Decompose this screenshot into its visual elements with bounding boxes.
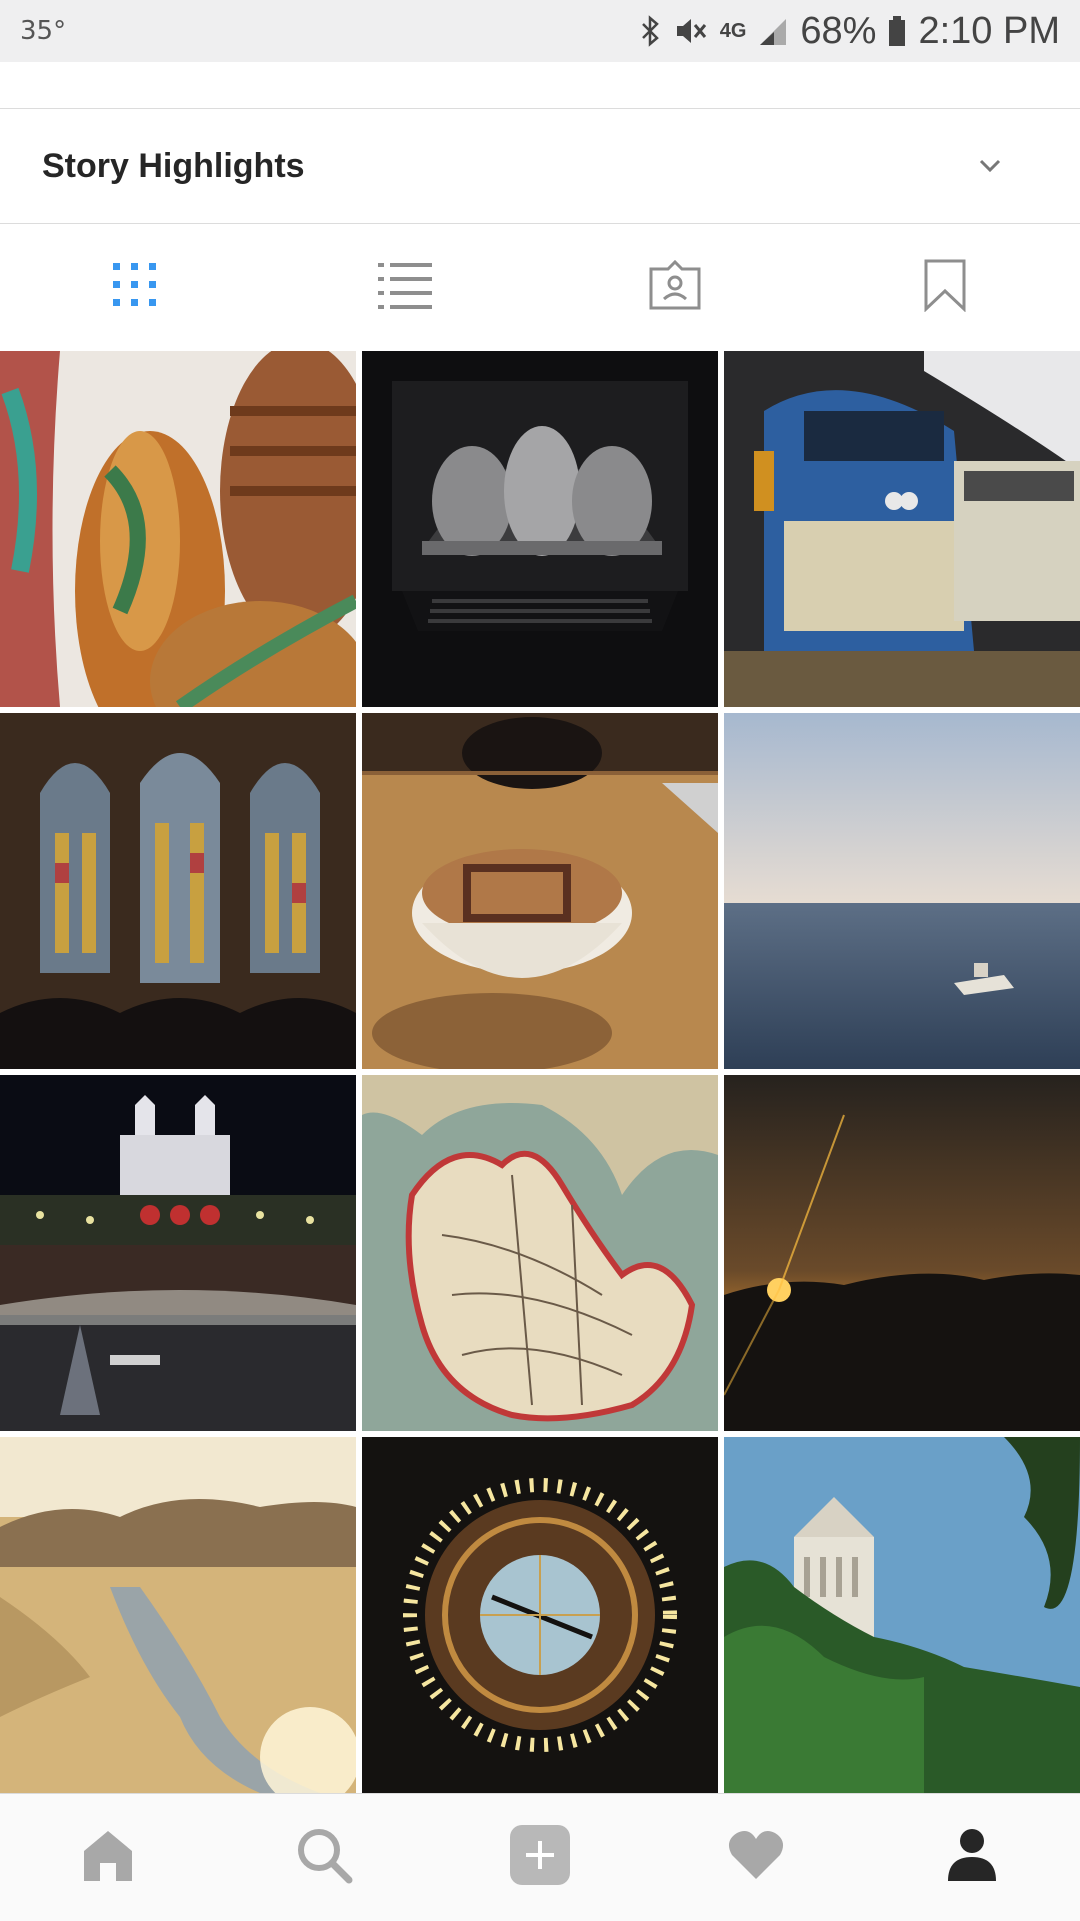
- tab-saved[interactable]: [810, 225, 1080, 350]
- signal-icon: [758, 15, 788, 47]
- nav-profile[interactable]: [864, 1794, 1080, 1921]
- photo-laptop-sculpture: [362, 351, 718, 707]
- photo-tile[interactable]: [0, 1437, 356, 1793]
- photo-river-valley: [0, 1437, 356, 1793]
- bluetooth-icon: [638, 15, 662, 47]
- photo-tile[interactable]: [362, 1075, 718, 1431]
- tab-grid[interactable]: [0, 225, 270, 350]
- photo-tile[interactable]: [0, 1075, 356, 1431]
- nav-add[interactable]: [432, 1794, 648, 1921]
- photo-tile[interactable]: [362, 1437, 718, 1793]
- tagged-icon: [648, 259, 702, 316]
- network-label: 4G: [719, 19, 747, 42]
- story-highlights-title: Story Highlights: [42, 146, 305, 185]
- battery-percent: 68%: [800, 9, 877, 52]
- photo-cathedral: [0, 713, 356, 1069]
- photo-tile[interactable]: [724, 351, 1080, 707]
- tab-list[interactable]: [270, 225, 540, 350]
- search-icon: [295, 1826, 353, 1889]
- profile-tabs: [0, 225, 1080, 350]
- bookmark-icon: [923, 258, 967, 317]
- photo-sunset-hills: [724, 1075, 1080, 1431]
- home-icon: [78, 1827, 138, 1888]
- heart-icon: [727, 1829, 785, 1886]
- bottom-navigation: [0, 1793, 1080, 1921]
- nav-activity[interactable]: [648, 1794, 864, 1921]
- tab-tagged[interactable]: [540, 225, 810, 350]
- photo-tile[interactable]: [724, 1075, 1080, 1431]
- chevron-down-icon[interactable]: [970, 146, 1010, 186]
- photo-tile[interactable]: [0, 351, 356, 707]
- photo-tile[interactable]: [0, 713, 356, 1069]
- temperature-label: 35°: [20, 16, 67, 46]
- photo-ocean-boat: [724, 713, 1080, 1069]
- photo-michigan-map: [362, 1075, 718, 1431]
- profile-section-edge: [0, 62, 1080, 109]
- photo-tile[interactable]: [724, 713, 1080, 1069]
- nav-search[interactable]: [216, 1794, 432, 1921]
- photo-wooden-vases: [0, 351, 356, 707]
- clock: 2:10 PM: [918, 9, 1060, 52]
- battery-icon: [888, 15, 906, 47]
- grid-icon: [111, 261, 159, 314]
- list-icon: [378, 261, 432, 314]
- photo-tile[interactable]: [362, 351, 718, 707]
- photo-tile[interactable]: [362, 713, 718, 1069]
- photo-night-square: [0, 1075, 356, 1431]
- profile-icon: [944, 1827, 1000, 1888]
- photo-tower-trees: [724, 1437, 1080, 1793]
- photo-train: [724, 351, 1080, 707]
- status-bar: 35° 4G 68% 2:10 PM: [0, 0, 1080, 62]
- photo-tile[interactable]: [724, 1437, 1080, 1793]
- mute-icon: [674, 15, 708, 47]
- photo-grid: [0, 351, 1080, 1793]
- network-icon: 4G: [720, 20, 747, 43]
- story-highlights-header[interactable]: Story Highlights: [0, 109, 1080, 224]
- photo-latte: [362, 713, 718, 1069]
- add-icon: [508, 1823, 572, 1892]
- status-icons: 4G 68% 2:10 PM: [638, 10, 1060, 53]
- photo-ceiling-clock: [362, 1437, 718, 1793]
- nav-home[interactable]: [0, 1794, 216, 1921]
